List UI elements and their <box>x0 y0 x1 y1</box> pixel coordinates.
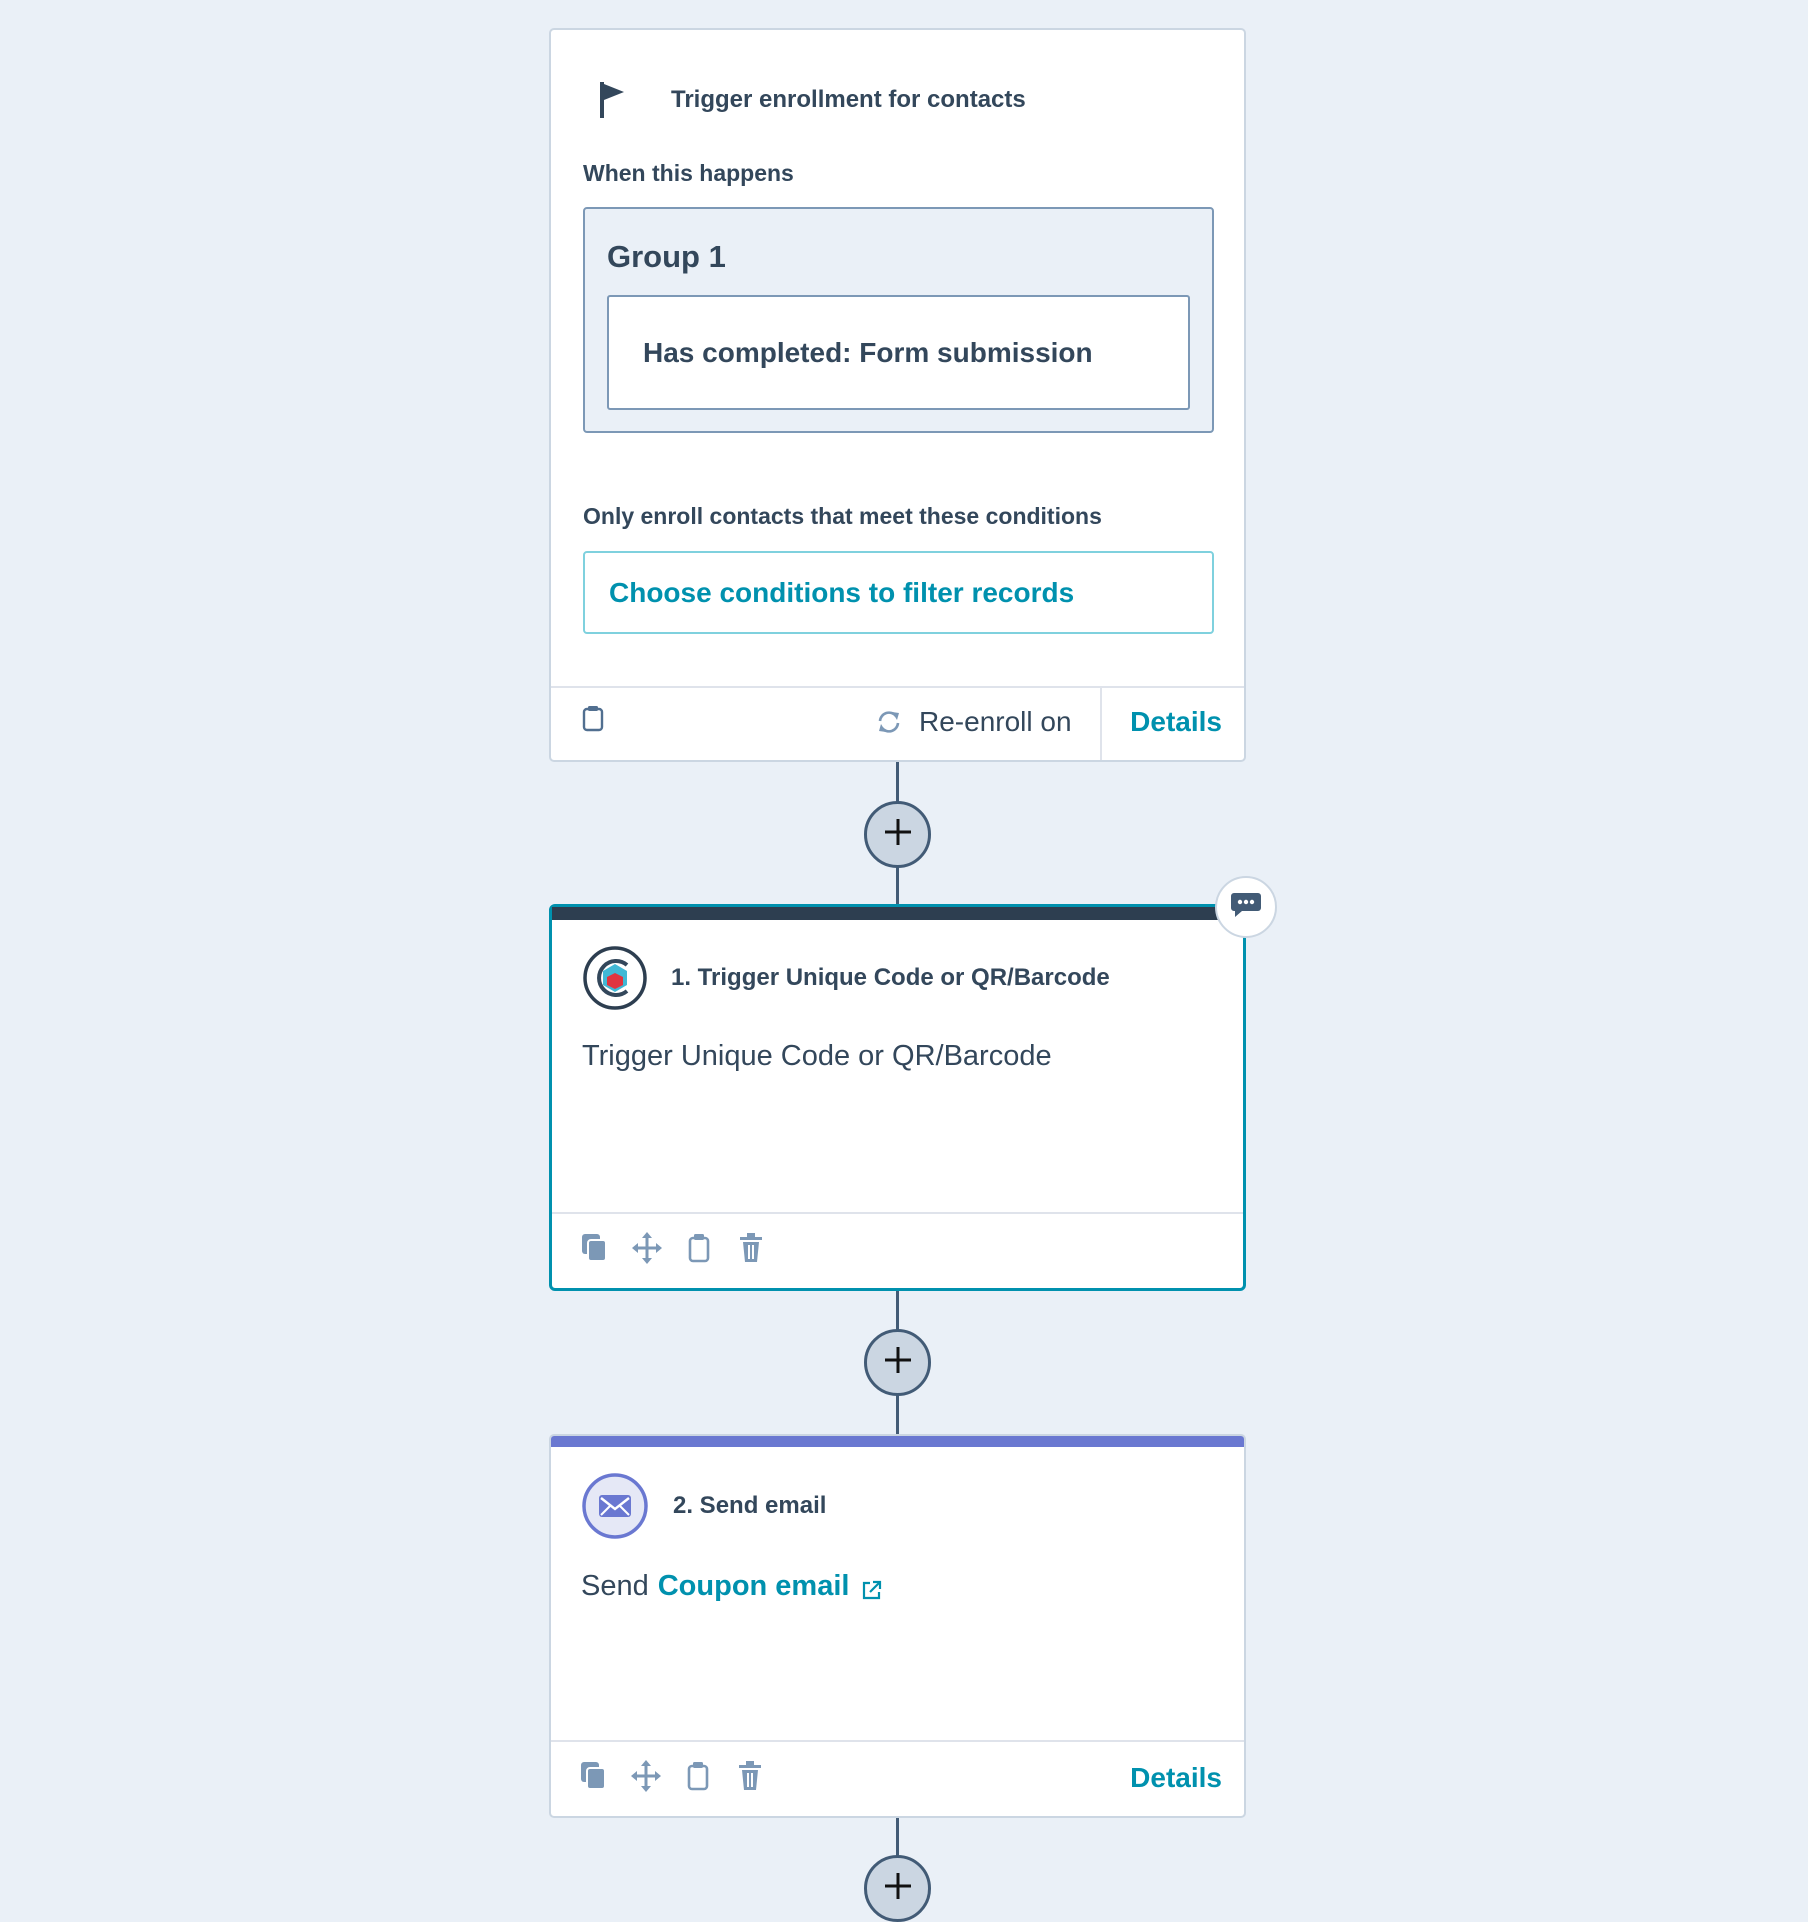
email-app-icon <box>581 1472 649 1540</box>
clipboard-icon[interactable] <box>684 1232 714 1264</box>
description-prefix: Send <box>581 1570 649 1602</box>
comment-icon <box>1230 890 1262 925</box>
action2-footer: Details <box>551 1740 1244 1816</box>
trash-icon[interactable] <box>735 1760 765 1792</box>
action2-title: 2. Send email <box>673 1492 827 1519</box>
external-link-icon[interactable] <box>861 1576 883 1599</box>
action1-title: 1. Trigger Unique Code or QR/Barcode <box>671 964 1110 991</box>
move-icon[interactable] <box>632 1232 662 1264</box>
plus-icon <box>883 1345 913 1380</box>
plus-icon <box>883 1871 913 1906</box>
flag-icon <box>597 80 631 120</box>
clipboard-icon[interactable] <box>683 1760 713 1792</box>
refresh-icon <box>875 708 903 736</box>
when-label: When this happens <box>583 160 794 186</box>
add-action-button[interactable] <box>864 801 931 868</box>
action2-details-link[interactable]: Details <box>1130 1762 1222 1794</box>
footer-divider <box>1100 688 1102 760</box>
action-card-unique-code[interactable]: 1. Trigger Unique Code or QR/Barcode Tri… <box>549 904 1246 1291</box>
trigger-details-link[interactable]: Details <box>1130 706 1222 738</box>
connector-line <box>896 1818 899 1858</box>
clipboard-icon[interactable] <box>581 704 605 732</box>
group-title: Group 1 <box>607 239 726 274</box>
group-condition-card[interactable]: Has completed: Form submission <box>607 295 1190 410</box>
action1-description: Trigger Unique Code or QR/Barcode <box>582 1040 1052 1072</box>
reenroll-toggle[interactable]: Re-enroll on <box>875 706 1072 738</box>
group-condition-text: Has completed: Form submission <box>643 336 1093 368</box>
move-icon[interactable] <box>631 1760 661 1792</box>
coupon-email-link[interactable]: Coupon email <box>658 1570 850 1603</box>
copy-icon[interactable] <box>580 1232 610 1264</box>
action2-description: Send Coupon email <box>581 1570 883 1603</box>
plus-icon <box>883 817 913 852</box>
trigger-footer: Re-enroll on Details <box>551 686 1244 760</box>
unique-code-app-icon <box>582 945 648 1011</box>
enrollment-trigger-card[interactable]: Trigger enrollment for contacts When thi… <box>549 28 1246 762</box>
choose-conditions-label: Choose conditions to filter records <box>609 576 1075 608</box>
action1-footer <box>552 1212 1243 1288</box>
card-header-bar <box>551 1436 1244 1447</box>
copy-icon[interactable] <box>579 1760 609 1792</box>
comment-button[interactable] <box>1215 876 1277 938</box>
add-action-button[interactable] <box>864 1855 931 1922</box>
filter-label: Only enroll contacts that meet these con… <box>583 503 1102 529</box>
trash-icon[interactable] <box>736 1232 766 1264</box>
card-header-bar <box>552 907 1243 920</box>
action-card-send-email[interactable]: 2. Send email Send Coupon email Details <box>549 1434 1246 1818</box>
trigger-title: Trigger enrollment for contacts <box>671 86 1026 113</box>
choose-conditions-button[interactable]: Choose conditions to filter records <box>583 551 1214 634</box>
enrollment-group[interactable]: Group 1 Has completed: Form submission <box>583 207 1214 433</box>
reenroll-label: Re-enroll on <box>919 706 1072 737</box>
add-action-button[interactable] <box>864 1329 931 1396</box>
